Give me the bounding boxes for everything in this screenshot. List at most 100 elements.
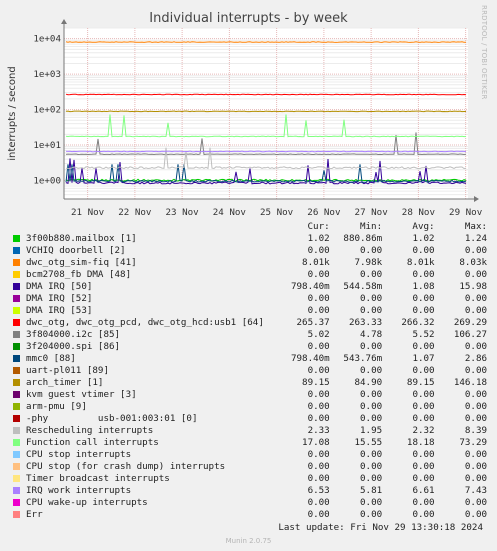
legend-max-value: 0.00 bbox=[464, 461, 488, 472]
legend-item: IRQ work interrupts 6.53 5.81 6.61 7.43 bbox=[12, 485, 487, 497]
legend-label: -phy usb-001:003:01 [0] bbox=[26, 413, 198, 424]
legend-max-value: 106.27 bbox=[453, 329, 488, 340]
legend-min-value: 0.00 bbox=[360, 389, 383, 400]
legend-avg-value: 0.00 bbox=[412, 401, 435, 412]
legend-item: VCHIQ doorbell [2] 0.00 0.00 0.00 0.00 bbox=[12, 245, 487, 257]
legend-swatch bbox=[13, 499, 20, 506]
legend-cur-value: 0.00 bbox=[307, 497, 330, 508]
legend-min-value: 880.86m bbox=[343, 233, 383, 244]
legend-avg-value: 0.00 bbox=[412, 365, 435, 376]
legend-label: arm-pmu [9] bbox=[26, 401, 87, 412]
legend-cur-value: 2.33 bbox=[307, 425, 330, 436]
legend-cur-value: 0.00 bbox=[307, 341, 330, 352]
legend-avg-value: 0.00 bbox=[412, 293, 435, 304]
legend-avg-value: 0.00 bbox=[412, 389, 435, 400]
legend-cur-value: 0.00 bbox=[307, 401, 330, 412]
legend-label: DMA IRQ [53] bbox=[26, 305, 93, 316]
legend-swatch bbox=[13, 343, 20, 350]
col-max-header: Max: bbox=[464, 221, 488, 232]
legend-min-value: 0.00 bbox=[360, 305, 383, 316]
legend-max-value: 0.00 bbox=[464, 293, 488, 304]
legend-max-value: 0.00 bbox=[464, 341, 488, 352]
legend-cur-value: 0.00 bbox=[307, 293, 330, 304]
series-line bbox=[65, 41, 467, 43]
col-min-header: Min: bbox=[359, 221, 383, 232]
legend-label: dwc_otg, dwc_otg_pcd, dwc_otg_hcd:usb1 [… bbox=[26, 317, 264, 328]
y-tick-label: 1e+01 bbox=[33, 140, 61, 151]
legend-max-value: 0.00 bbox=[464, 389, 488, 400]
legend-min-value: 0.00 bbox=[360, 413, 383, 424]
legend-item: CPU stop interrupts 0.00 0.00 0.00 0.00 bbox=[12, 449, 487, 461]
rrdtool-watermark: RRDTOOL / TOBI OETIKER bbox=[480, 5, 488, 100]
legend-item: DMA IRQ [50] 798.40m 544.58m 1.08 15.98 bbox=[12, 281, 487, 293]
legend-swatch bbox=[13, 427, 20, 434]
x-tick-label: 25 Nov bbox=[260, 207, 294, 218]
legend-swatch bbox=[13, 463, 20, 470]
legend-cur-value: 798.40m bbox=[290, 281, 330, 292]
legend-max-value: 269.29 bbox=[453, 317, 488, 328]
legend-min-value: 0.00 bbox=[360, 473, 383, 484]
legend-cur-value: 0.00 bbox=[307, 305, 330, 316]
legend-swatch bbox=[13, 307, 20, 314]
x-tick-label: 27 Nov bbox=[355, 207, 389, 218]
legend-max-value: 1.24 bbox=[464, 233, 488, 244]
legend-swatch bbox=[13, 379, 20, 386]
legend-item: DMA IRQ [52] 0.00 0.00 0.00 0.00 bbox=[12, 293, 487, 305]
x-tick-label: 24 Nov bbox=[213, 207, 247, 218]
legend-cur-value: 8.01k bbox=[302, 257, 330, 268]
legend-item: kvm guest vtimer [3] 0.00 0.00 0.00 0.00 bbox=[12, 389, 487, 401]
legend: Cur: Min: Avg: Max: 3f00b880.mailbox [1]… bbox=[12, 221, 487, 521]
legend-swatch bbox=[13, 295, 20, 302]
legend-max-value: 0.00 bbox=[464, 509, 488, 520]
y-axis-label: interrupts / second bbox=[7, 66, 18, 160]
legend-label: DMA IRQ [52] bbox=[26, 293, 93, 304]
legend-cur-value: 0.00 bbox=[307, 461, 330, 472]
legend-avg-value: 0.00 bbox=[412, 269, 435, 280]
legend-avg-value: 1.07 bbox=[412, 353, 435, 364]
legend-max-value: 8.03k bbox=[459, 257, 488, 268]
legend-label: bcm2708_fb DMA [48] bbox=[26, 269, 132, 280]
legend-label: IRQ work interrupts bbox=[26, 485, 132, 496]
legend-min-value: 0.00 bbox=[360, 461, 383, 472]
legend-swatch bbox=[13, 247, 20, 254]
legend-swatch bbox=[13, 367, 20, 374]
legend-item: 3f204000.spi [86] 0.00 0.00 0.00 0.00 bbox=[12, 341, 487, 353]
legend-swatch bbox=[13, 487, 20, 494]
series-line bbox=[65, 110, 466, 113]
legend-label: Function call interrupts bbox=[26, 437, 159, 448]
legend-avg-value: 0.00 bbox=[412, 473, 435, 484]
legend-label: CPU stop (for crash dump) interrupts bbox=[26, 461, 226, 472]
legend-swatch bbox=[13, 475, 20, 482]
legend-header: Cur: Min: Avg: Max: bbox=[12, 221, 488, 233]
legend-max-value: 73.29 bbox=[459, 437, 488, 448]
legend-avg-value: 6.61 bbox=[412, 485, 435, 496]
legend-label: DMA IRQ [50] bbox=[26, 281, 93, 292]
legend-item: Err 0.00 0.00 0.00 0.00 bbox=[12, 509, 487, 521]
legend-max-value: 8.39 bbox=[464, 425, 488, 436]
legend-label: kvm guest vtimer [3] bbox=[26, 389, 137, 400]
munin-version: Munin 2.0.75 bbox=[225, 537, 272, 545]
legend-cur-value: 17.08 bbox=[302, 437, 330, 448]
legend-avg-value: 2.32 bbox=[412, 425, 435, 436]
legend-label: Timer broadcast interrupts bbox=[26, 473, 170, 484]
legend-cur-value: 0.00 bbox=[307, 509, 330, 520]
legend-min-value: 543.76m bbox=[343, 353, 383, 364]
legend-cur-value: 265.37 bbox=[296, 317, 330, 328]
legend-min-value: 0.00 bbox=[360, 269, 383, 280]
legend-min-value: 0.00 bbox=[360, 245, 383, 256]
legend-min-value: 0.00 bbox=[360, 509, 383, 520]
legend-item: CPU wake-up interrupts 0.00 0.00 0.00 0.00 bbox=[12, 497, 487, 509]
legend-min-value: 0.00 bbox=[360, 341, 383, 352]
series-line bbox=[65, 150, 467, 153]
legend-item: 3f00b880.mailbox [1] 1.02 880.86m 1.02 1.24 bbox=[12, 233, 487, 245]
legend-label: dwc_otg_sim-fiq [41] bbox=[26, 257, 137, 268]
legend-item: 3f804000.i2c [85] 5.02 4.78 5.52 106.27 bbox=[12, 329, 487, 341]
legend-avg-value: 8.01k bbox=[406, 257, 435, 268]
legend-item: Rescheduling interrupts 2.33 1.95 2.32 8.39 bbox=[12, 425, 487, 437]
legend-avg-value: 0.00 bbox=[412, 509, 435, 520]
legend-min-value: 263.33 bbox=[348, 317, 383, 328]
legend-avg-value: 89.15 bbox=[406, 377, 435, 388]
col-avg-header: Avg: bbox=[412, 221, 435, 232]
legend-label: mmc0 [88] bbox=[26, 353, 76, 364]
legend-avg-value: 0.00 bbox=[412, 461, 435, 472]
